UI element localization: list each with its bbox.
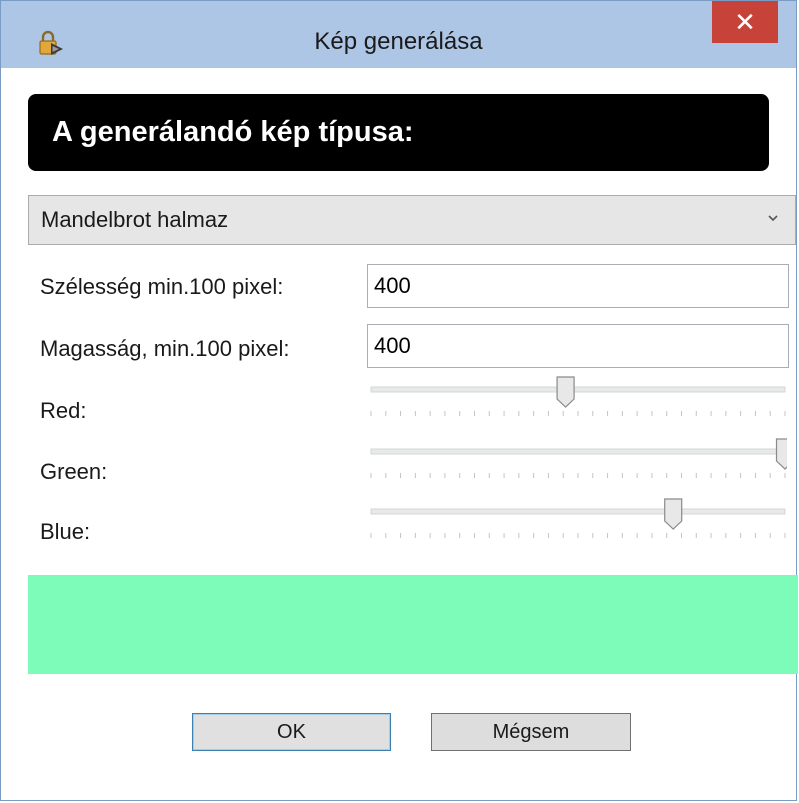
close-icon: ✕ (734, 6, 756, 37)
slider-thumb[interactable] (556, 376, 575, 408)
color-preview (28, 575, 798, 674)
image-type-combobox[interactable]: Mandelbrot halmaz (28, 195, 796, 245)
width-label: Szélesség min.100 pixel: (40, 274, 284, 299)
blue-slider[interactable] (369, 495, 787, 545)
height-input[interactable] (367, 324, 789, 368)
slider-thumb[interactable] (775, 438, 788, 470)
red-label: Red: (40, 398, 87, 423)
dialog-window: Kép generálása ✕ A generálandó kép típus… (0, 0, 798, 801)
blue-label: Blue: (40, 519, 91, 544)
slider-track[interactable] (370, 386, 786, 393)
height-label: Magasság, min.100 pixel: (40, 336, 290, 361)
close-button[interactable]: ✕ (712, 1, 778, 43)
chevron-down-icon (768, 215, 778, 222)
slider-track[interactable] (370, 448, 786, 455)
cancel-button[interactable]: Mégsem (431, 713, 631, 751)
header-banner: A generálandó kép típusa: (28, 94, 769, 171)
title-bar[interactable]: Kép generálása ✕ (1, 1, 796, 68)
green-slider[interactable] (369, 435, 787, 485)
ok-button[interactable]: OK (192, 713, 391, 751)
slider-thumb[interactable] (664, 498, 683, 530)
slider-track[interactable] (370, 508, 786, 515)
green-label: Green: (40, 459, 108, 484)
width-input[interactable] (367, 264, 789, 308)
window-title: Kép generálása (314, 28, 483, 55)
header-title: A generálandó kép típusa: (52, 116, 414, 148)
red-slider[interactable] (369, 373, 787, 423)
image-type-selected-value: Mandelbrot halmaz (41, 207, 229, 232)
